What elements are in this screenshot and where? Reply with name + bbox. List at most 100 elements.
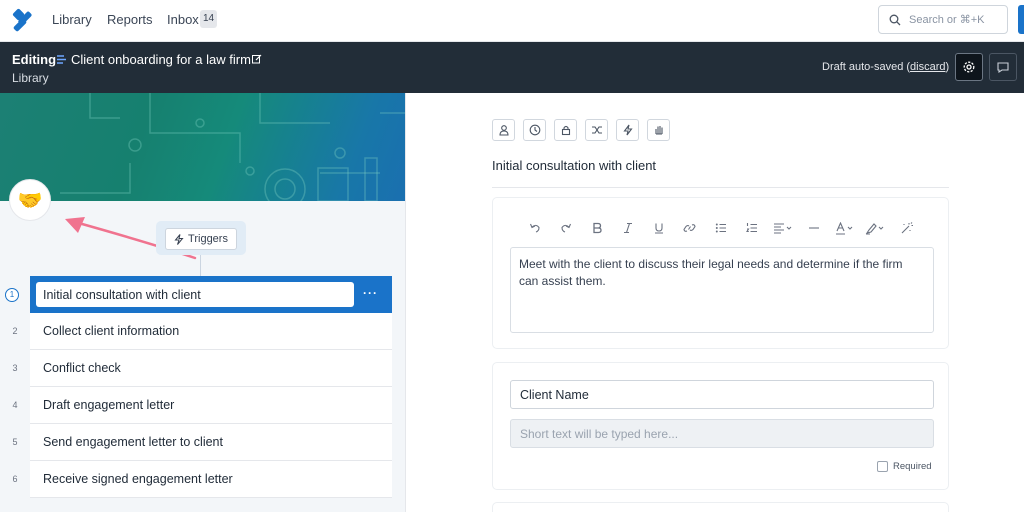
edit-title-icon[interactable] <box>252 54 262 64</box>
task-number: 6 <box>12 474 18 484</box>
stop-icon <box>654 126 663 135</box>
assignee-button[interactable] <box>492 119 515 141</box>
more-options-icon[interactable]: ··· <box>363 286 378 300</box>
form-field-card: Client Name Short text will be typed her… <box>492 362 949 490</box>
task-label: Collect client information <box>43 324 180 338</box>
italic-icon <box>623 222 632 234</box>
numbered-list-icon <box>745 223 757 233</box>
comment-icon <box>997 62 1009 74</box>
required-label: Required <box>893 461 932 472</box>
task-settings-toolbar <box>492 119 670 141</box>
required-checkbox[interactable] <box>877 461 888 472</box>
field-label-input[interactable]: Client Name <box>510 380 934 409</box>
description-editor[interactable]: Meet with the client to discuss their le… <box>510 247 934 333</box>
inbox-count-badge: 14 <box>200 10 218 28</box>
connector-line <box>200 255 201 276</box>
conditional-logic-icon <box>591 126 602 134</box>
divider-button[interactable] <box>798 220 829 236</box>
next-field-card <box>492 502 949 512</box>
conditional-logic-button[interactable] <box>585 119 608 141</box>
task-label: Draft engagement letter <box>43 398 175 412</box>
align-icon <box>773 223 791 234</box>
assignee-icon <box>498 125 509 136</box>
task-item-2[interactable]: 2 Collect client information <box>12 313 392 350</box>
task-number: 2 <box>12 326 18 336</box>
workflow-banner <box>0 93 405 201</box>
settings-button[interactable] <box>955 53 983 81</box>
undo-button[interactable] <box>519 220 550 236</box>
stop-button[interactable] <box>647 119 670 141</box>
triggers-button[interactable]: Triggers <box>165 228 237 250</box>
search-input[interactable] <box>909 13 999 26</box>
search-box[interactable] <box>878 5 1008 34</box>
discard-link[interactable]: discard <box>910 61 945 73</box>
underline-icon <box>654 223 663 234</box>
nav-library-link[interactable]: Library <box>52 12 92 27</box>
nav-inbox-link[interactable]: Inbox <box>167 12 199 27</box>
bold-button[interactable] <box>581 220 612 236</box>
text-color-icon <box>835 221 852 235</box>
automations-button[interactable] <box>616 119 639 141</box>
automations-icon <box>622 124 633 136</box>
task-item-6[interactable]: 6 Receive signed engagement letter <box>12 461 392 498</box>
task-number: 1 <box>5 287 19 302</box>
highlight-dropdown[interactable] <box>860 220 891 236</box>
permissions-icon <box>561 125 570 136</box>
task-list: 1 Initial consultation with client ··· 2… <box>5 276 392 498</box>
top-navbar: Library Reports Inbox 14 <box>0 0 1024 42</box>
undo-icon <box>529 223 540 233</box>
redo-icon <box>560 223 571 233</box>
search-icon <box>889 14 901 25</box>
horizontal-rule-icon <box>808 227 819 229</box>
primary-action-button[interactable] <box>1018 5 1024 34</box>
lightning-icon <box>174 233 184 245</box>
bullet-list-button[interactable] <box>705 220 736 236</box>
due-date-icon <box>529 124 540 136</box>
align-dropdown[interactable] <box>767 220 798 236</box>
formatting-toolbar <box>519 220 922 236</box>
task-label: Conflict check <box>43 361 121 375</box>
task-name-input[interactable]: Initial consultation with client <box>36 282 354 307</box>
draft-status: Draft auto-saved (discard) <box>822 61 950 73</box>
task-number: 5 <box>12 437 18 447</box>
task-item-3[interactable]: 3 Conflict check <box>12 350 392 387</box>
highlight-icon <box>865 222 883 235</box>
task-title[interactable]: Initial consultation with client <box>492 158 656 173</box>
workflow-title[interactable]: Client onboarding for a law firm <box>71 52 251 67</box>
editing-label: Editing <box>12 52 57 67</box>
short-text-field-preview: Short text will be typed here... <box>510 419 934 448</box>
handshake-icon: 🤝 <box>17 189 43 212</box>
editing-bar: Editing Client onboarding for a law firm… <box>0 42 1024 93</box>
nav-reports-link[interactable]: Reports <box>107 12 153 27</box>
banner-pattern-icon <box>60 93 405 201</box>
redo-button[interactable] <box>550 220 581 236</box>
magic-wand-icon <box>901 222 913 234</box>
task-item-4[interactable]: 4 Draft engagement letter <box>12 387 392 424</box>
triggers-label: Triggers <box>188 233 228 245</box>
italic-button[interactable] <box>612 220 643 236</box>
workflow-avatar[interactable]: 🤝 <box>9 179 51 221</box>
gear-icon <box>963 61 975 73</box>
comments-button[interactable] <box>989 53 1017 81</box>
app-logo-icon[interactable] <box>11 8 35 32</box>
task-item-1[interactable]: 1 Initial consultation with client ··· <box>5 276 392 313</box>
numbered-list-button[interactable] <box>736 220 767 236</box>
task-label: Receive signed engagement letter <box>43 472 233 486</box>
title-divider <box>492 187 949 188</box>
text-color-dropdown[interactable] <box>829 220 860 236</box>
task-number: 4 <box>12 400 18 410</box>
task-list-panel: 🤝 Triggers 1 Initial consultation with c… <box>0 93 406 512</box>
clear-format-button[interactable] <box>891 220 922 236</box>
due-date-button[interactable] <box>523 119 546 141</box>
link-button[interactable] <box>674 220 705 236</box>
bold-icon <box>592 222 602 234</box>
underline-button[interactable] <box>643 220 674 236</box>
link-icon <box>683 224 696 232</box>
workflow-icon <box>57 55 66 64</box>
breadcrumb-library[interactable]: Library <box>12 71 49 85</box>
description-editor-card: Meet with the client to discuss their le… <box>492 197 949 349</box>
permissions-button[interactable] <box>554 119 577 141</box>
task-item-5[interactable]: 5 Send engagement letter to client <box>12 424 392 461</box>
bullet-list-icon <box>715 223 726 233</box>
required-toggle[interactable]: Required <box>877 461 932 472</box>
